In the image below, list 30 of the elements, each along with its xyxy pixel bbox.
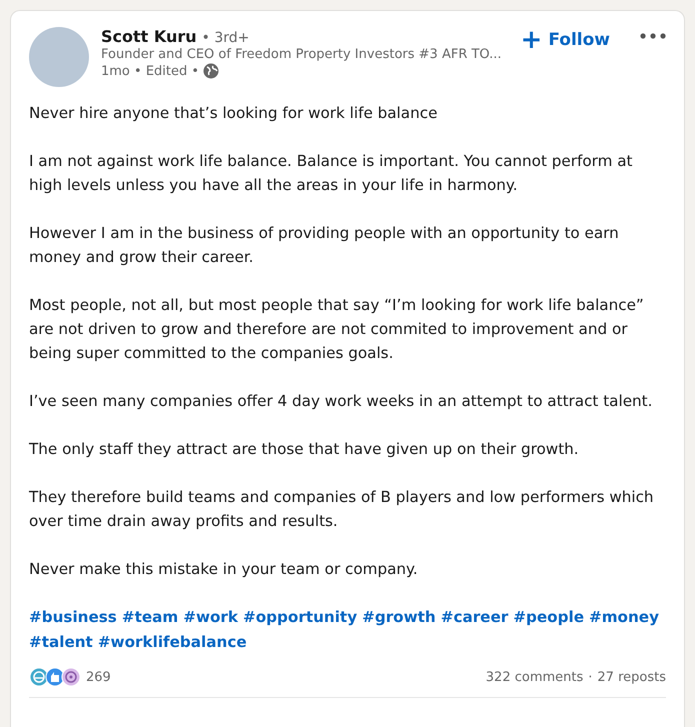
post-paragraph: I am not against work life balance. Balance is important. You cannot perform at high levels unless you have all the areas in your life in harmony. xyxy=(29,151,634,196)
hashtag-link[interactable]: #growth xyxy=(362,605,436,630)
post-paragraph: The only staff they attract are those that have given up on their growth. xyxy=(29,439,580,460)
comments-count[interactable]: 322 comments xyxy=(486,670,584,684)
hashtag-link[interactable]: #team xyxy=(122,605,178,630)
hashtag-link[interactable]: #worklifebalance xyxy=(98,630,247,655)
hashtag-link[interactable]: #money xyxy=(589,605,659,630)
hashtag-link[interactable]: #business xyxy=(29,605,117,630)
reaction-count[interactable]: 269 xyxy=(86,670,111,684)
post-paragraph: Most people, not all, but most people that say “I’m looking for work life balance” are not driven to grow and therefore are not commited to improvement and or being super committed to the companies goals. xyxy=(29,295,645,364)
post-paragraph: They therefore build teams and companies of B players and low performers which over time drain away profits and results. xyxy=(29,487,655,532)
reposts-count[interactable]: 27 reposts xyxy=(597,670,666,684)
hashtag-link[interactable]: #work xyxy=(183,605,238,630)
post-paragraph: Never hire anyone that’s looking for work life balance xyxy=(29,103,438,124)
hashtag-link[interactable]: #career xyxy=(440,605,508,630)
post-paragraph: I’ve seen many companies offer 4 day work weeks in an attempt to attract talent. xyxy=(29,391,654,412)
post-time: 1mo • Edited • xyxy=(101,64,200,78)
post-paragraph: However I am in the business of providing people with an opportunity to earn money and grow their career. xyxy=(29,223,620,268)
author-headline: Founder and CEO of Freedom Property Investors #3 AFR TO... xyxy=(101,47,503,62)
globe-icon xyxy=(203,63,220,79)
follow-button[interactable]: + Follow xyxy=(514,27,616,53)
hashtag-link[interactable]: #talent xyxy=(29,630,93,655)
hashtag-link[interactable]: #people xyxy=(513,605,584,630)
hashtag-link[interactable]: #opportunity xyxy=(243,605,358,630)
separator-dot: · xyxy=(588,670,592,684)
connection-degree: • 3rd+ xyxy=(202,30,250,46)
more-options-icon[interactable] xyxy=(640,33,666,39)
author-name[interactable]: Scott Kuru xyxy=(101,27,197,46)
reaction-icon[interactable] xyxy=(61,667,81,687)
post-paragraph: Never make this mistake in your team or company. xyxy=(29,559,419,580)
